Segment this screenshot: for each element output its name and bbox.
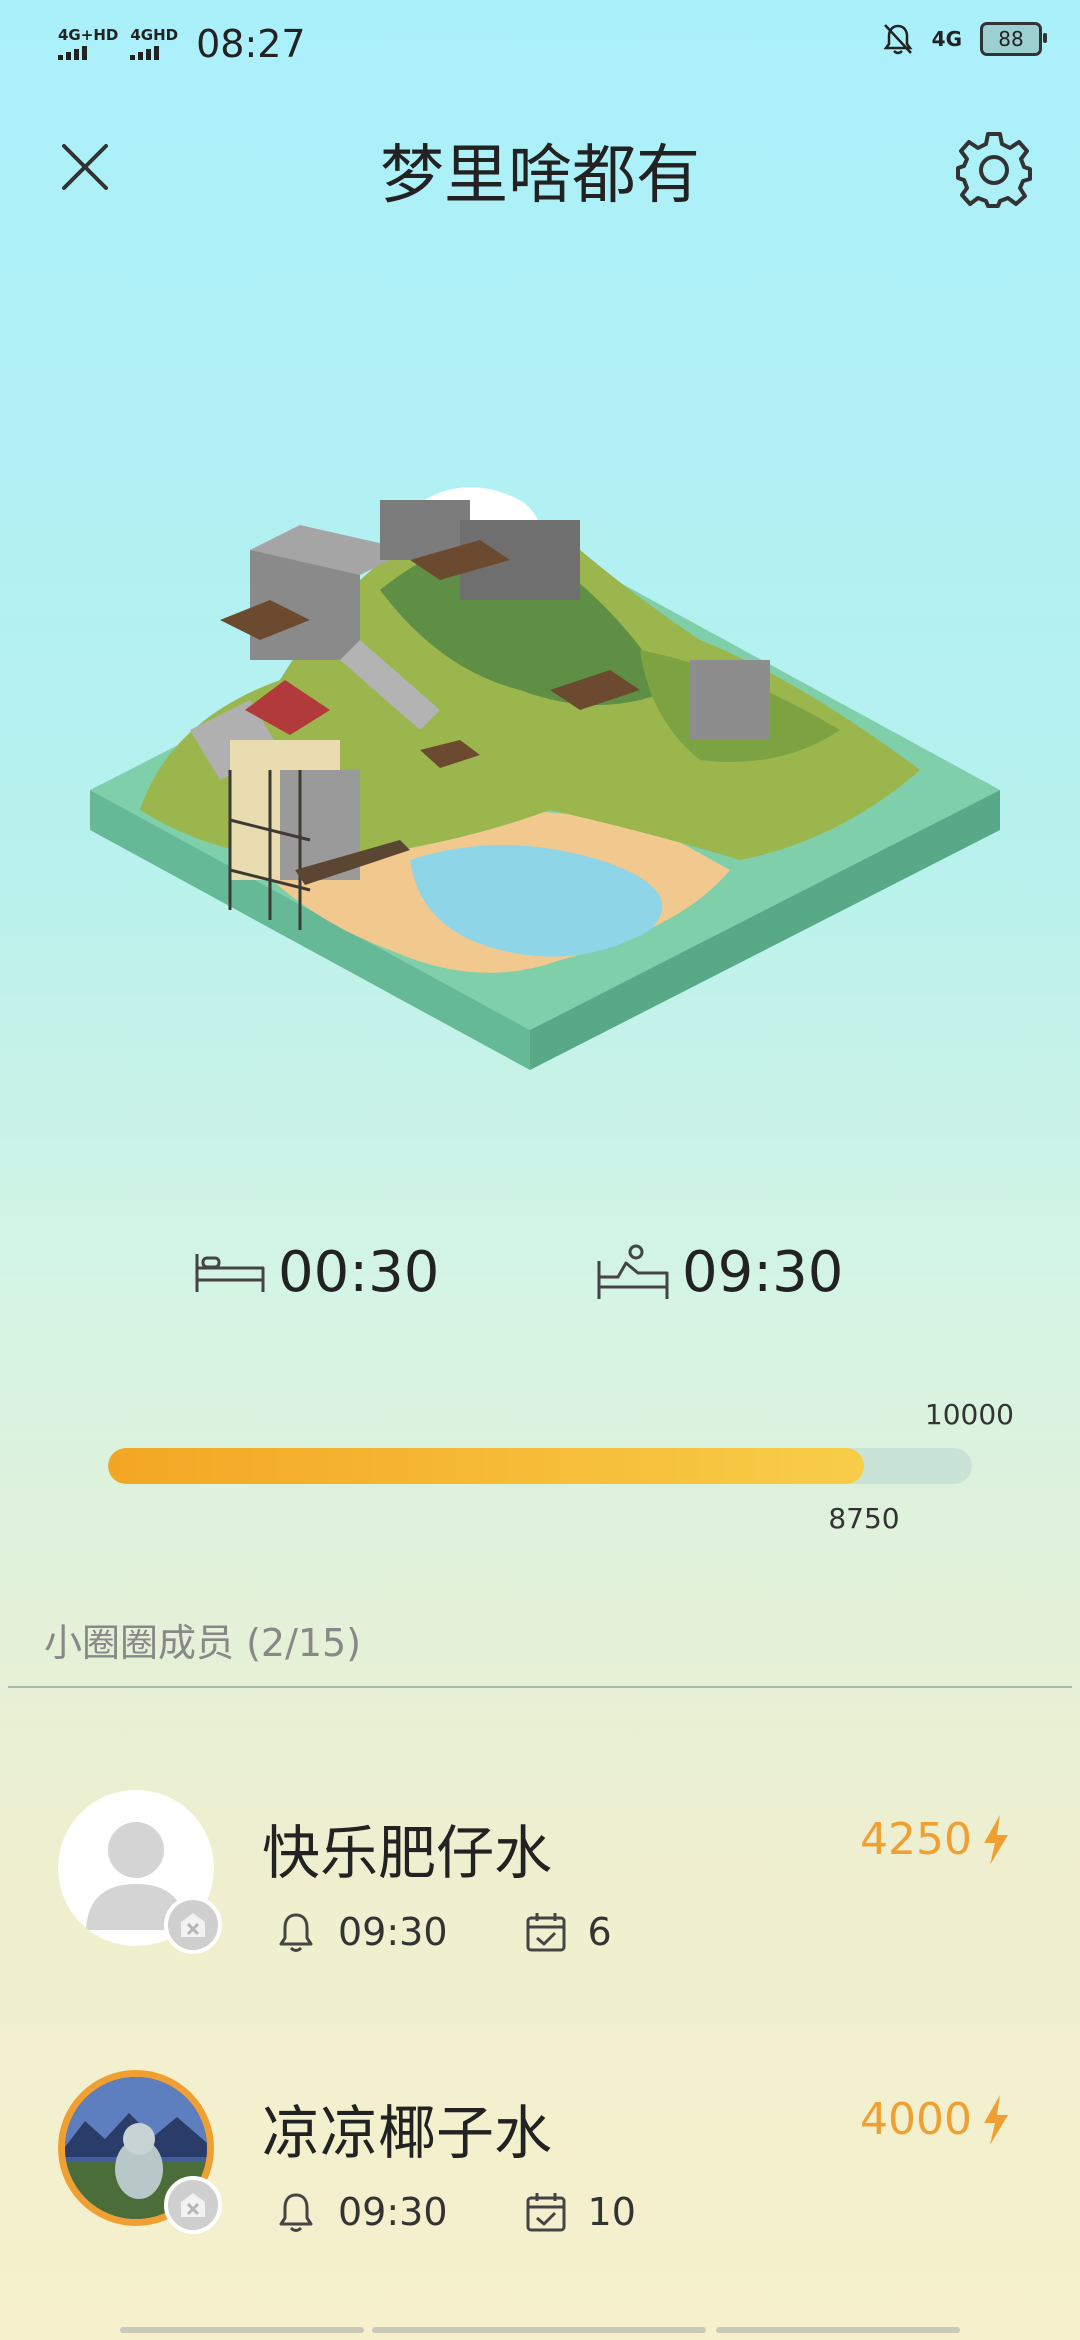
bed-wake-icon xyxy=(597,1244,669,1299)
divider xyxy=(8,1686,1072,1688)
member-days: 6 xyxy=(587,1910,612,1954)
members-section-title: 小圈圈成员 (2/15) xyxy=(44,1621,362,1665)
remove-icon xyxy=(181,1913,205,1937)
signal-2: 4GHD xyxy=(130,28,178,60)
scroll-indicator xyxy=(372,2327,706,2333)
battery-icon: 88 xyxy=(980,22,1047,56)
progress-max-label: 10000 xyxy=(924,1398,1014,1431)
wake-time: 09:30 xyxy=(682,1240,844,1305)
bell-icon xyxy=(279,2193,313,2232)
signal-icon xyxy=(130,44,160,60)
isometric-island-illustration xyxy=(90,487,1000,1070)
member-alarm-time: 09:30 xyxy=(338,1910,448,1954)
page-title: 梦里啥都有 xyxy=(380,139,700,213)
member-name: 凉凉椰子水 xyxy=(262,2099,553,2167)
mute-bell-icon xyxy=(883,24,913,55)
remove-member-badge[interactable] xyxy=(164,1896,222,1954)
calendar-check-icon xyxy=(526,2193,566,2232)
member-alarm-time: 09:30 xyxy=(338,2190,448,2234)
scroll-indicator xyxy=(120,2327,364,2333)
member-stats: 09:30 10 xyxy=(276,2190,636,2234)
energy-progress-bar xyxy=(108,1448,972,1484)
header: 梦里啥都有 xyxy=(0,110,1080,220)
sleep-schedule: 00:30 09:30 xyxy=(0,1240,1080,1330)
status-bar: 4G+HD 4GHD 08:27 4G 88 xyxy=(0,0,1080,84)
member-name: 快乐肥仔水 xyxy=(262,1819,553,1887)
gear-icon[interactable] xyxy=(954,128,1034,208)
scroll-indicator xyxy=(716,2327,960,2333)
member-row[interactable]: 凉凉椰子水 4000 09:30 10 xyxy=(0,2070,1080,2270)
member-score: 4250 xyxy=(860,1814,1010,1865)
member-score: 4000 xyxy=(860,2094,1010,2145)
lightning-icon xyxy=(984,1814,1008,1865)
signal-2-label: 4GHD xyxy=(130,26,179,44)
signal-1-label: 4G+HD xyxy=(58,26,119,44)
member-score-value: 4250 xyxy=(860,1814,972,1865)
battery-level: 88 xyxy=(998,27,1024,51)
member-score-value: 4000 xyxy=(860,2094,972,2145)
status-left: 4G+HD 4GHD 08:27 xyxy=(58,22,306,66)
member-stats: 09:30 6 xyxy=(276,1910,612,1954)
network-label: 4G xyxy=(931,27,962,51)
energy-progress-fill xyxy=(108,1448,864,1484)
remove-icon xyxy=(181,2193,205,2217)
wake-time-group[interactable]: 09:30 xyxy=(596,1240,843,1305)
member-row[interactable]: 快乐肥仔水 4250 09:30 6 xyxy=(0,1790,1080,1990)
calendar-check-icon xyxy=(526,1913,566,1952)
lightning-icon xyxy=(984,2094,1008,2145)
status-right: 4G 88 xyxy=(882,22,1047,56)
signal-icon xyxy=(58,44,87,60)
sleep-time: 00:30 xyxy=(278,1240,440,1305)
remove-member-badge[interactable] xyxy=(164,2176,222,2234)
sleep-time-group[interactable]: 00:30 xyxy=(194,1240,439,1305)
status-time: 08:27 xyxy=(196,22,306,66)
bell-icon xyxy=(279,1913,313,1952)
progress-current-label: 8750 xyxy=(828,1502,900,1535)
signal-1: 4G+HD xyxy=(58,28,118,60)
member-days: 10 xyxy=(587,2190,636,2234)
bed-sleep-icon xyxy=(195,1253,265,1292)
